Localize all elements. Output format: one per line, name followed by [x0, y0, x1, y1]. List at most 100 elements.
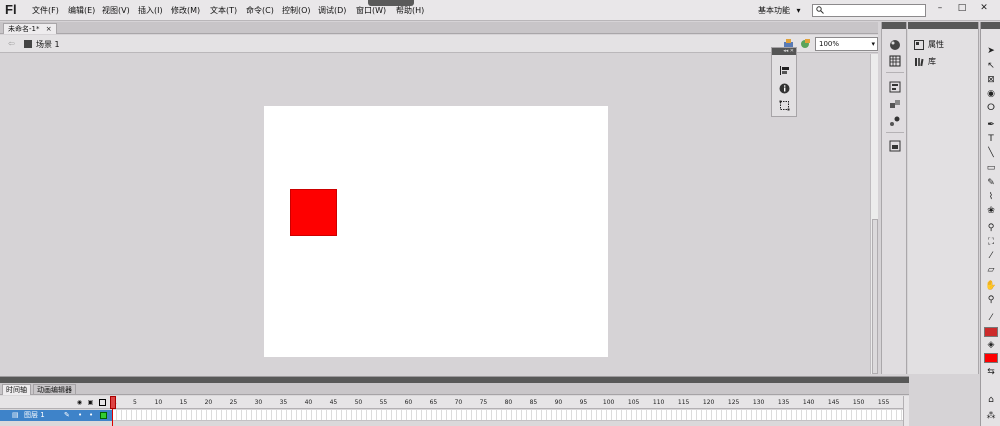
stroke-color-swatch[interactable]: [984, 327, 998, 337]
history-panel-icon[interactable]: [889, 140, 901, 152]
fill-color-swatch[interactable]: [984, 353, 998, 363]
menu-text[interactable]: 文本(T): [210, 5, 237, 16]
snap-to-objects-icon[interactable]: ⌂: [985, 394, 997, 406]
menu-help[interactable]: 帮助(H): [396, 5, 424, 16]
motion-presets-icon[interactable]: [889, 115, 901, 127]
layer-outline-color[interactable]: [100, 412, 107, 419]
document-tab[interactable]: 未命名-1* ×: [3, 23, 57, 34]
timeline-ruler[interactable]: ◉ ▣ 151015202530354045505560657075808590…: [0, 396, 909, 409]
align-icon[interactable]: [779, 65, 790, 76]
workspace-label: 基本功能: [758, 6, 790, 15]
free-transform-tool-icon[interactable]: ⊠: [985, 74, 997, 86]
text-tool-icon[interactable]: T: [985, 133, 997, 145]
playhead[interactable]: [110, 396, 116, 426]
ruler-frame-number: 35: [279, 399, 288, 406]
drag-handle: [368, 0, 414, 6]
smooth-icon[interactable]: ⁂: [985, 410, 997, 422]
menu-commands[interactable]: 命令(C): [246, 5, 274, 16]
brush-tool-icon[interactable]: ⌇: [985, 191, 997, 203]
menu-debug[interactable]: 调试(D): [318, 5, 346, 16]
dock-header[interactable]: [908, 22, 978, 29]
scrollbar-thumb[interactable]: [872, 219, 878, 374]
components-icon[interactable]: [889, 98, 901, 110]
align-panel-icon[interactable]: [889, 81, 901, 93]
floating-panel-header[interactable]: ◂◂ ✕: [772, 48, 796, 55]
eraser-tool-icon[interactable]: ▱: [985, 264, 997, 276]
library-panel-tab[interactable]: 库: [914, 56, 936, 68]
chevron-down-icon: ▾: [871, 40, 875, 48]
minimize-button[interactable]: –: [933, 2, 947, 16]
dock-header[interactable]: [882, 22, 906, 29]
frame-grid[interactable]: [112, 410, 907, 421]
close-tab-icon[interactable]: ×: [46, 25, 52, 33]
timeline-panel: 时间轴 动画编辑器 ◉ ▣ 15101520253035404550556065…: [0, 376, 909, 426]
subselection-tool-icon[interactable]: ↖: [985, 60, 997, 72]
ruler-frame-number: 15: [179, 399, 188, 406]
library-label: 库: [928, 57, 936, 66]
dock-separator: [886, 132, 904, 133]
swap-colors-icon[interactable]: ⇆: [985, 366, 997, 378]
deco-tool-icon[interactable]: ❀: [985, 205, 997, 217]
ruler-frame-number: 50: [354, 399, 363, 406]
info-icon[interactable]: [779, 83, 790, 94]
menu-insert[interactable]: 插入(I): [138, 5, 163, 16]
swatches-icon[interactable]: [889, 55, 901, 67]
vertical-scrollbar[interactable]: [870, 54, 878, 374]
layer-visible-dot[interactable]: •: [78, 410, 82, 421]
pen-tool-icon[interactable]: ✒: [985, 119, 997, 131]
line-tool-icon[interactable]: ╲: [985, 147, 997, 159]
dock-separator: [886, 72, 904, 73]
playhead-handle[interactable]: [110, 396, 116, 409]
zoom-select[interactable]: 100% ▾: [815, 37, 878, 51]
ruler-frame-number: 70: [454, 399, 463, 406]
menu-file[interactable]: 文件(F): [32, 5, 59, 16]
timeline-scrollbar[interactable]: [903, 396, 909, 426]
scene-icon: [24, 40, 32, 48]
rectangle-tool-icon[interactable]: ▭: [985, 162, 997, 174]
layer-lock-dot[interactable]: •: [89, 410, 93, 421]
close-button[interactable]: ✕: [977, 2, 991, 16]
maximize-button[interactable]: □: [955, 2, 969, 16]
outline-icon[interactable]: [99, 399, 106, 406]
tab-timeline[interactable]: 时间轴: [2, 384, 31, 395]
eyedropper-tool-icon[interactable]: ⁄: [985, 250, 997, 262]
menu-view[interactable]: 视图(V): [102, 5, 130, 16]
ruler-frame-number: 105: [627, 399, 640, 406]
paint-bucket-tool-icon[interactable]: ⛶: [985, 236, 997, 248]
zoom-tool-icon[interactable]: ⚲: [985, 294, 997, 306]
ruler-frame-number: 75: [479, 399, 488, 406]
lock-icon[interactable]: ▣: [87, 399, 94, 406]
layer-row[interactable]: ▤ 图层 1 ✎ • •: [0, 410, 112, 421]
3d-rotation-tool-icon[interactable]: ◉: [985, 88, 997, 100]
ruler-frame-number: 90: [554, 399, 563, 406]
color-panel-icon[interactable]: [889, 39, 901, 51]
scene-breadcrumb[interactable]: 场景 1: [36, 39, 60, 50]
pencil-icon: ✎: [64, 411, 70, 419]
edit-scene-icon[interactable]: [800, 38, 811, 49]
workspace-switcher[interactable]: 基本功能 ▾: [758, 5, 801, 16]
transform-icon[interactable]: [779, 100, 790, 111]
red-rectangle-shape[interactable]: [290, 189, 337, 236]
lasso-tool-icon[interactable]: ⵔ: [985, 102, 997, 114]
tools-header[interactable]: [981, 22, 1000, 29]
layer-name[interactable]: 图层 1: [24, 410, 45, 421]
pencil-tool-icon[interactable]: ✎: [985, 177, 997, 189]
menu-window[interactable]: 窗口(W): [356, 5, 386, 16]
menu-control[interactable]: 控制(O): [282, 5, 311, 16]
ruler-frame-number: 40: [304, 399, 313, 406]
app-logo: Fl: [5, 2, 17, 17]
properties-panel-tab[interactable]: 属性: [914, 39, 944, 51]
stroke-color-pencil-icon: ⁄: [990, 313, 992, 323]
ruler-frame-number: 110: [652, 399, 665, 406]
menu-modify[interactable]: 修改(M): [171, 5, 200, 16]
hand-tool-icon[interactable]: ✋: [985, 280, 997, 292]
back-arrow-icon[interactable]: ⇦: [8, 39, 15, 48]
bone-tool-icon[interactable]: ⚲: [985, 222, 997, 234]
menu-edit[interactable]: 编辑(E): [68, 5, 95, 16]
tab-motion-editor[interactable]: 动画编辑器: [33, 384, 76, 395]
selection-tool-icon[interactable]: ➤: [985, 45, 997, 57]
help-search-input[interactable]: [812, 4, 926, 17]
chevron-down-icon: ▾: [796, 6, 801, 15]
eye-icon[interactable]: ◉: [76, 399, 83, 406]
ruler-frame-number: 150: [852, 399, 865, 406]
